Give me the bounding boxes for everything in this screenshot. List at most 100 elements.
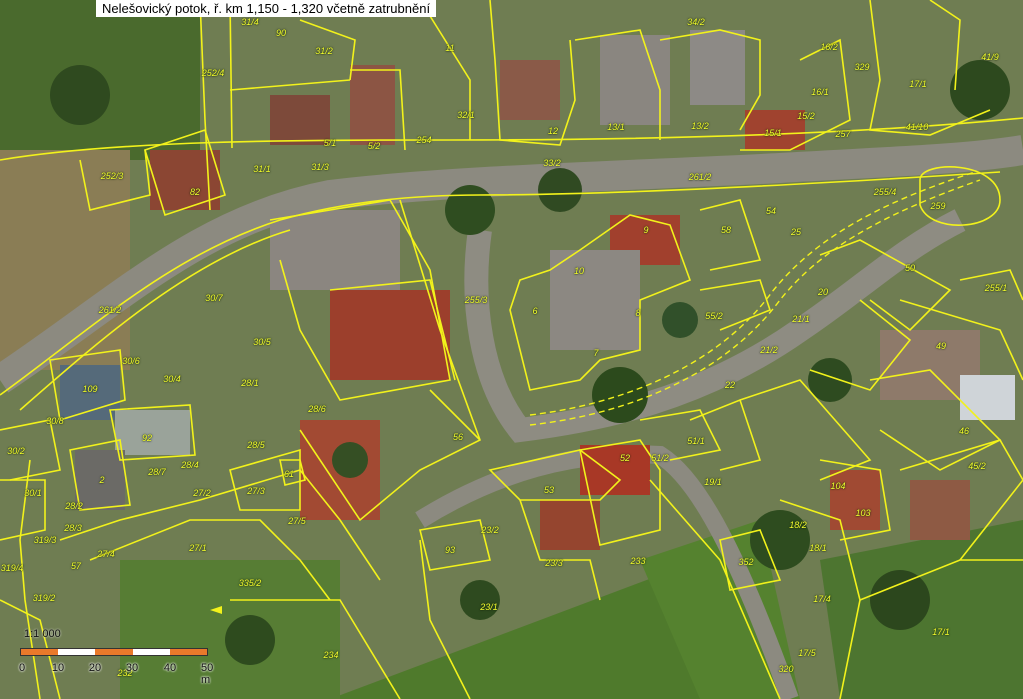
parcel-label[interactable]: 5/1	[324, 138, 337, 148]
parcel-label[interactable]: 261/2	[99, 305, 122, 315]
parcel-label[interactable]: 21/2	[760, 345, 778, 355]
parcel-label[interactable]: 56	[453, 432, 463, 442]
parcel-label[interactable]: 41/10	[906, 122, 929, 132]
parcel-label[interactable]: 30/2	[7, 446, 25, 456]
parcel-label[interactable]: 22	[725, 380, 735, 390]
parcel-label[interactable]: 11	[445, 43, 454, 53]
parcel-label[interactable]: 41/9	[981, 52, 999, 62]
parcel-label[interactable]: 255/4	[874, 187, 897, 197]
parcel-label[interactable]: 55/2	[705, 311, 723, 321]
parcel-label[interactable]: 30/1	[24, 488, 42, 498]
parcel-label[interactable]: 53	[544, 485, 554, 495]
parcel-label[interactable]: 319/4	[1, 563, 24, 573]
parcel-label[interactable]: 16/2	[820, 42, 838, 52]
parcel-label[interactable]: 92	[142, 433, 152, 443]
parcel-label[interactable]: 27/4	[97, 549, 115, 559]
parcel-label[interactable]: 28/7	[148, 467, 166, 477]
parcel-label[interactable]: 2	[99, 475, 104, 485]
parcel-label[interactable]: 23/2	[481, 525, 499, 535]
parcel-label[interactable]: 261/2	[689, 172, 712, 182]
parcel-label[interactable]: 257	[835, 129, 850, 139]
parcel-label[interactable]: 13/1	[607, 122, 625, 132]
parcel-label[interactable]: 21/1	[792, 314, 810, 324]
parcel-label[interactable]: 27/5	[288, 516, 306, 526]
parcel-label[interactable]: 31/2	[315, 46, 333, 56]
parcel-label[interactable]: 103	[855, 508, 870, 518]
parcel-label[interactable]: 25	[791, 227, 801, 237]
parcel-label[interactable]: 13/2	[691, 121, 709, 131]
cadastral-map[interactable]: Nelešovický potok, ř. km 1,150 - 1,320 v…	[0, 0, 1023, 699]
parcel-label[interactable]: 28/3	[64, 523, 82, 533]
parcel-label[interactable]: 28/4	[181, 460, 199, 470]
parcel-label[interactable]: 23/1	[480, 602, 498, 612]
parcel-label[interactable]: 51/2	[651, 453, 669, 463]
parcel-label[interactable]: 20	[818, 287, 828, 297]
parcel-label[interactable]: 255/1	[985, 283, 1008, 293]
parcel-label[interactable]: 252/4	[202, 68, 225, 78]
parcel-label[interactable]: 9	[643, 225, 648, 235]
parcel-label[interactable]: 30/8	[46, 416, 64, 426]
parcel-label[interactable]: 17/4	[813, 594, 831, 604]
parcel-label[interactable]: 18/1	[809, 543, 827, 553]
parcel-label[interactable]: 259	[930, 201, 945, 211]
parcel-label[interactable]: 16/1	[811, 87, 829, 97]
parcel-label[interactable]: 31/1	[253, 164, 271, 174]
parcel-label[interactable]: 18/2	[789, 520, 807, 530]
parcel-label[interactable]: 27/1	[189, 543, 207, 553]
parcel-label[interactable]: 255/3	[465, 295, 488, 305]
parcel-label[interactable]: 15/2	[797, 111, 815, 121]
parcel-label[interactable]: 319/2	[33, 593, 56, 603]
parcel-label[interactable]: 10	[574, 266, 584, 276]
parcel-label[interactable]: 90	[276, 28, 286, 38]
parcel-label[interactable]: 23/3	[545, 558, 563, 568]
parcel-label[interactable]: 109	[82, 384, 97, 394]
parcel-label[interactable]: 82	[190, 187, 200, 197]
parcel-label[interactable]: 252/3	[101, 171, 124, 181]
parcel-label[interactable]: 28/6	[308, 404, 326, 414]
parcel-label[interactable]: 17/1	[909, 79, 927, 89]
parcel-label[interactable]: 320	[778, 664, 793, 674]
parcel-label[interactable]: 335/2	[239, 578, 262, 588]
parcel-label[interactable]: 17/5	[798, 648, 816, 658]
parcel-label[interactable]: 54	[766, 206, 776, 216]
parcel-label[interactable]: 27/3	[247, 486, 265, 496]
parcel-label[interactable]: 33/2	[543, 158, 561, 168]
parcel-label[interactable]: 57	[71, 561, 81, 571]
parcel-label[interactable]: 61	[284, 469, 294, 479]
parcel-label[interactable]: 31/4	[241, 17, 259, 27]
parcel-label[interactable]: 254	[416, 135, 431, 145]
parcel-label[interactable]: 49	[936, 341, 946, 351]
parcel-label[interactable]: 32/1	[457, 110, 475, 120]
parcel-label[interactable]: 8	[635, 308, 640, 318]
parcel-label[interactable]: 34/2	[687, 17, 705, 27]
parcel-label[interactable]: 46	[959, 426, 969, 436]
parcel-label[interactable]: 30/4	[163, 374, 181, 384]
parcel-label[interactable]: 52	[620, 453, 630, 463]
parcel-label[interactable]: 7	[593, 348, 598, 358]
parcel-label[interactable]: 329	[854, 62, 869, 72]
parcel-label[interactable]: 5/2	[368, 141, 381, 151]
parcel-label[interactable]: 12	[548, 126, 558, 136]
parcel-label[interactable]: 27/2	[193, 488, 211, 498]
parcel-label[interactable]: 31/3	[311, 162, 329, 172]
parcel-label[interactable]: 28/2	[65, 501, 83, 511]
parcel-label[interactable]: 30/5	[253, 337, 271, 347]
parcel-label[interactable]: 93	[445, 545, 455, 555]
parcel-label[interactable]: 233	[630, 556, 645, 566]
parcel-label[interactable]: 58	[721, 225, 731, 235]
parcel-label[interactable]: 30/7	[205, 293, 223, 303]
parcel-label[interactable]: 234	[323, 650, 338, 660]
parcel-label[interactable]: 30/6	[122, 356, 140, 366]
parcel-label[interactable]: 45/2	[968, 461, 986, 471]
parcel-label[interactable]: 28/5	[247, 440, 265, 450]
parcel-label[interactable]: 17/1	[932, 627, 950, 637]
parcel-label[interactable]: 104	[830, 481, 845, 491]
parcel-label[interactable]: 319/3	[34, 535, 57, 545]
parcel-label[interactable]: 19/1	[704, 477, 722, 487]
parcel-label[interactable]: 50	[905, 263, 915, 273]
parcel-label[interactable]: 51/1	[687, 436, 705, 446]
parcel-label[interactable]: 352	[738, 557, 753, 567]
parcel-label[interactable]: 6	[532, 306, 537, 316]
parcel-label[interactable]: 28/1	[241, 378, 259, 388]
parcel-label[interactable]: 15/1	[764, 128, 782, 138]
